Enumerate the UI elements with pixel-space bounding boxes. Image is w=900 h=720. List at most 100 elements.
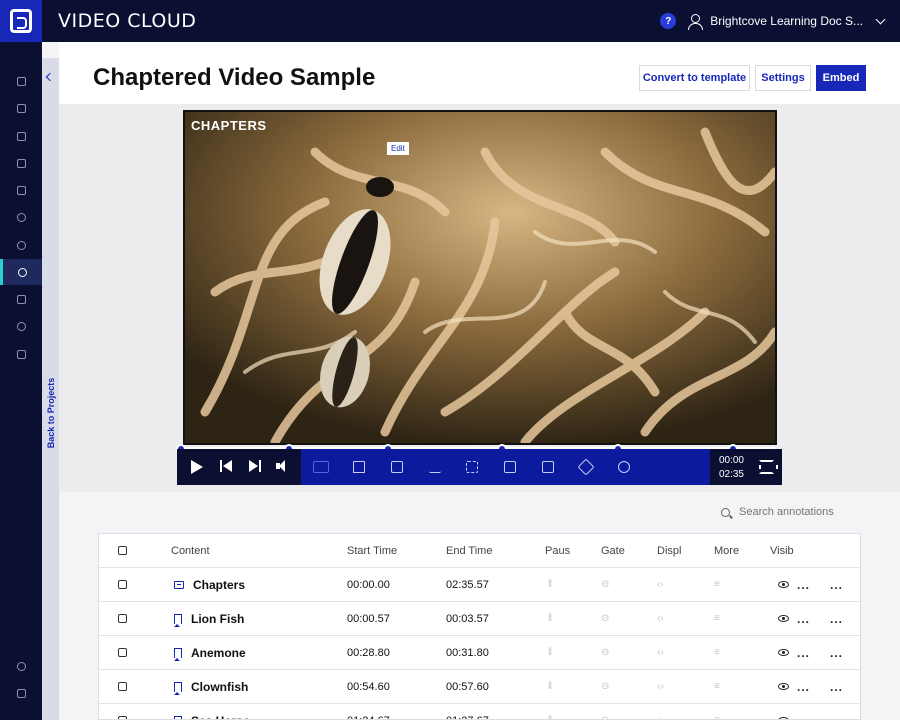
- current-time: 00:00: [718, 455, 744, 466]
- video-frame: [185, 112, 775, 443]
- brightcove-logo[interactable]: [0, 0, 42, 42]
- video-icon: [16, 131, 26, 141]
- nav-players[interactable]: [0, 313, 42, 339]
- previous-chapter-icon[interactable]: [220, 460, 232, 472]
- header-display[interactable]: Displ: [657, 534, 681, 567]
- nav-users[interactable]: [0, 341, 42, 367]
- user-icon: [688, 14, 704, 30]
- nav-interactivity[interactable]: [0, 259, 42, 285]
- volume-icon[interactable]: [276, 460, 290, 472]
- fullscreen-icon[interactable]: [759, 460, 778, 474]
- back-to-projects-link[interactable]: Back to Projects: [46, 368, 56, 458]
- row-menu-button[interactable]: ...: [830, 704, 843, 720]
- header-pause[interactable]: Paus: [545, 534, 570, 567]
- bookmark-tool-icon[interactable]: [353, 461, 365, 473]
- row-end-time: 01:27.67: [446, 704, 489, 720]
- row-checkbox[interactable]: [118, 648, 127, 657]
- grid-tool-icon[interactable]: [504, 461, 516, 473]
- chapters-tool-icon[interactable]: [313, 461, 329, 473]
- annotation-search[interactable]: [721, 504, 871, 520]
- visibility-value: ...: [797, 714, 810, 720]
- text-tool-icon[interactable]: [429, 461, 441, 473]
- nav-video[interactable]: [0, 123, 42, 149]
- convert-to-template-button[interactable]: Convert to template: [639, 65, 750, 91]
- pause-icon: ‖: [548, 579, 553, 590]
- share-icon: [16, 240, 26, 250]
- account-area: ? Brightcove Learning Doc S...: [660, 0, 886, 42]
- row-name[interactable]: Chapters: [193, 578, 245, 592]
- eye-icon[interactable]: [778, 615, 789, 622]
- eye-icon[interactable]: [778, 581, 789, 588]
- row-start-time: 00:00.00: [347, 578, 390, 591]
- settings-icon: [16, 661, 26, 671]
- header-gate[interactable]: Gate: [601, 534, 625, 567]
- more-options-icon: ≡: [714, 704, 720, 719]
- back-to-projects-strip[interactable]: Back to Projects: [42, 58, 59, 720]
- video-player[interactable]: CHAPTERS Edit: [183, 110, 777, 445]
- nav-cart[interactable]: [0, 680, 42, 706]
- nav-social[interactable]: [0, 204, 42, 230]
- select-all-checkbox[interactable]: [118, 546, 127, 555]
- visibility-value: ...: [797, 611, 811, 626]
- table-row[interactable]: Sea Horse 01:24.67 01:27.67 ‖ ⊝ ‹› ≡......: [99, 703, 860, 720]
- nav-live[interactable]: [0, 177, 42, 203]
- analytics-icon: [16, 294, 26, 304]
- eye-icon[interactable]: [778, 649, 789, 656]
- row-menu-button[interactable]: ...: [830, 636, 843, 669]
- nav-settings[interactable]: [0, 653, 42, 679]
- header-content[interactable]: Content: [171, 534, 210, 567]
- embed-button[interactable]: Embed: [816, 65, 866, 91]
- time-display: 00:00 02:35: [710, 449, 782, 485]
- eye-icon[interactable]: [778, 683, 789, 690]
- settings-button[interactable]: Settings: [755, 65, 811, 91]
- play-icon[interactable]: [191, 460, 203, 474]
- header-more[interactable]: More: [714, 534, 739, 567]
- chevron-left-icon[interactable]: [45, 72, 55, 82]
- bookmark-icon: [174, 647, 182, 661]
- bookmark-icon: [174, 681, 182, 695]
- header-visibility[interactable]: Visib: [770, 534, 794, 567]
- table-row[interactable]: Clownfish 00:54.60 00:57.60 ‖ ⊝ ‹› ≡......: [99, 669, 860, 703]
- row-name[interactable]: Anemone: [191, 646, 246, 660]
- row-checkbox[interactable]: [118, 716, 127, 719]
- display-icon: ‹›: [657, 681, 664, 692]
- edit-overlay-button[interactable]: Edit: [387, 142, 409, 155]
- next-chapter-icon[interactable]: [249, 460, 261, 472]
- nav-media[interactable]: [0, 150, 42, 176]
- row-name[interactable]: Lion Fish: [191, 612, 244, 626]
- nav-home[interactable]: [0, 68, 42, 94]
- row-start-time: 00:28.80: [347, 646, 390, 659]
- row-menu-button[interactable]: ...: [830, 568, 843, 601]
- header-end-time[interactable]: End Time: [446, 534, 492, 567]
- search-input[interactable]: [739, 506, 859, 518]
- account-menu[interactable]: Brightcove Learning Doc S...: [688, 14, 886, 30]
- row-checkbox[interactable]: [118, 682, 127, 691]
- search-icon: [721, 507, 730, 517]
- nav-upload[interactable]: [0, 95, 42, 121]
- table-row[interactable]: Anemone 00:28.80 00:31.80 ‖ ⊝ ‹› ≡......: [99, 635, 860, 669]
- users-icon: [16, 349, 26, 359]
- table-row[interactable]: Lion Fish 00:00.57 00:03.57 ‖ ⊝ ‹› ≡......: [99, 601, 860, 635]
- header-start-time[interactable]: Start Time: [347, 534, 397, 567]
- nav-share[interactable]: [0, 232, 42, 258]
- row-menu-button[interactable]: ...: [830, 602, 843, 635]
- comment-tool-icon[interactable]: [391, 461, 403, 473]
- image-tool-icon[interactable]: [542, 461, 554, 473]
- hotspot-tool-icon[interactable]: [466, 461, 478, 473]
- nav-analytics[interactable]: [0, 286, 42, 312]
- row-checkbox[interactable]: [118, 580, 127, 589]
- row-menu-button[interactable]: ...: [830, 670, 843, 703]
- row-start-time: 01:24.67: [347, 704, 390, 720]
- draw-tool-icon[interactable]: [577, 458, 595, 476]
- row-name[interactable]: Clownfish: [191, 680, 248, 694]
- clock-tool-icon[interactable]: [618, 461, 630, 473]
- pause-icon: ‖: [548, 647, 553, 658]
- display-icon: ‹›: [657, 613, 664, 624]
- page-header: Chaptered Video Sample Convert to templa…: [59, 42, 900, 104]
- row-name[interactable]: Sea Horse: [191, 714, 250, 720]
- row-checkbox[interactable]: [118, 614, 127, 623]
- pause-icon: ‖: [548, 704, 552, 719]
- help-button[interactable]: ?: [660, 13, 677, 29]
- pause-icon: ‖: [548, 613, 553, 624]
- table-row[interactable]: Chapters 00:00.00 02:35.57 ‖ ⊝ ‹› ≡......: [99, 567, 860, 601]
